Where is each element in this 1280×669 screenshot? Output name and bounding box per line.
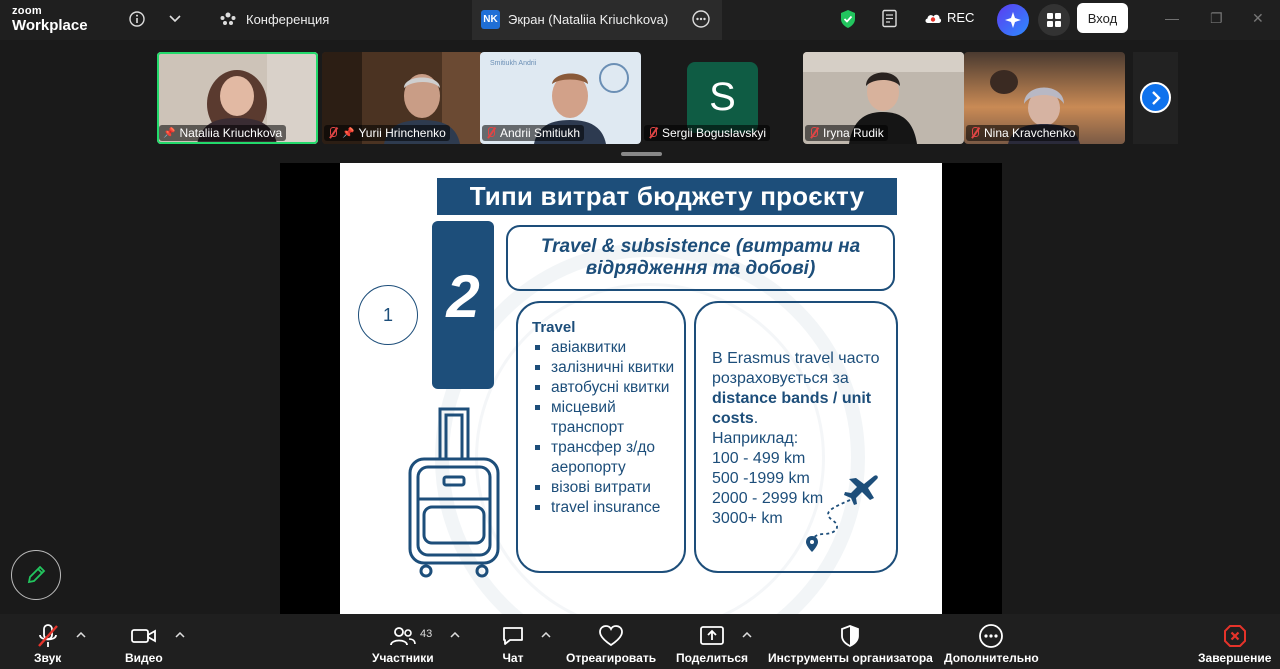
sparkle-icon [1005, 12, 1021, 28]
chat-options-caret[interactable] [541, 631, 551, 639]
example-label: Наприклад: [712, 430, 799, 447]
tile-caption: Smitiukh Andrii [490, 60, 537, 67]
travel-items-box: Travel авіаквитки залізничні квитки авто… [516, 301, 686, 573]
avatar: S [687, 62, 758, 133]
list-item: автобусні квитки [532, 378, 684, 398]
mic-muted-icon [648, 127, 658, 139]
minimize-icon[interactable]: — [1165, 10, 1179, 26]
presentation-slide: Типи витрат бюджету проєкту 1 2 Travel &… [340, 163, 942, 614]
info-icon[interactable] [125, 7, 149, 31]
participant-name-tag: 📌 Yurii Hrinchenko [324, 125, 450, 141]
participant-tile-nina[interactable]: Nina Kravchenko [964, 52, 1125, 144]
distance-bands-emphasis: distance bands / unit costs [712, 390, 872, 427]
slide-title: Типи витрат бюджету проєкту [437, 178, 897, 215]
annotate-button[interactable] [11, 550, 61, 600]
recording-indicator[interactable]: REC [924, 10, 974, 25]
mic-muted-icon [809, 127, 819, 139]
list-item: travel insurance [532, 498, 684, 518]
mic-muted-icon [486, 127, 496, 139]
meeting-toolbar: Звук Видео Участники Чат Отреагировать П… [0, 614, 1280, 669]
erasmus-text: В Erasmus travel часто розраховується за [712, 350, 880, 387]
travel-items-list: авіаквитки залізничні квитки автобусні к… [532, 338, 684, 518]
resize-handle[interactable] [621, 152, 662, 156]
participant-name-tag: Iryna Rudik [805, 125, 888, 141]
meeting-icon [216, 7, 240, 31]
pencil-icon [27, 565, 46, 584]
close-icon[interactable]: ✕ [1252, 10, 1264, 27]
mic-muted-icon [328, 127, 338, 139]
share-screen-button[interactable]: Поделиться [676, 623, 748, 665]
apps-grid-icon [1047, 13, 1061, 27]
travel-header: Travel [532, 319, 576, 336]
airplane-route-icon [806, 475, 878, 552]
video-options-caret[interactable] [175, 631, 185, 639]
band-item: 500 -1999 km [712, 470, 810, 487]
heart-icon [598, 623, 624, 649]
sign-in-button[interactable]: Вход [1077, 3, 1128, 33]
camera-icon [130, 623, 158, 649]
share-screen-icon [699, 623, 725, 649]
audio-options-caret[interactable] [76, 631, 86, 639]
host-tools-button[interactable]: Инструменты организатора [768, 623, 933, 665]
list-item: залізничні квитки [532, 358, 684, 378]
zoom-logo: zoom Workplace [12, 5, 88, 34]
mic-off-icon [36, 623, 60, 649]
top-bar: zoom Workplace Конференция NK Экран (Nat… [0, 0, 1280, 40]
participants-count-badge: 43 [420, 628, 433, 640]
security-shield-icon[interactable] [836, 7, 860, 31]
participant-tile-andrii[interactable]: Smitiukh Andrii Andrii Smitiukh [480, 52, 641, 144]
next-page-button[interactable] [1140, 82, 1171, 113]
video-button[interactable]: Видео [125, 623, 163, 665]
more-button[interactable]: Дополнительно [944, 623, 1039, 665]
participant-name-tag: Sergii Boguslavskyi [644, 125, 771, 141]
apps-button[interactable] [1038, 4, 1070, 36]
audio-button[interactable]: Звук [34, 623, 61, 665]
notes-icon[interactable] [878, 7, 902, 31]
share-tab-avatar: NK [481, 10, 500, 29]
rec-label: REC [947, 10, 975, 25]
participant-tile-sergii[interactable]: S Sergii Boguslavskyi [642, 52, 803, 144]
people-icon [389, 623, 417, 649]
section-number-circle: 1 [358, 285, 418, 345]
band-item: 3000+ km [712, 510, 783, 527]
meeting-tab-label[interactable]: Конференция [246, 12, 329, 27]
end-call-icon [1223, 623, 1247, 649]
section-number-block: 2 [432, 221, 494, 389]
chat-bubble-icon [501, 623, 525, 649]
pin-icon: 📌 [342, 127, 355, 139]
participant-tile-iryna[interactable]: Iryna Rudik [803, 52, 964, 144]
more-dots-icon [978, 623, 1004, 649]
chat-button[interactable]: Чат [501, 623, 525, 665]
cloud-record-icon [925, 14, 942, 23]
participant-tile-nataliia[interactable]: 📌 Nataliia Kriuchkova [157, 52, 318, 144]
ai-companion-button[interactable] [997, 4, 1029, 36]
share-options-caret[interactable] [742, 631, 752, 639]
band-item: 100 - 499 km [712, 450, 806, 467]
list-item: місцевий транспорт [532, 398, 684, 438]
topic-heading: Travel & subsistence (витрати на відрядж… [506, 225, 895, 291]
participant-name-tag: Nina Kravchenko [966, 125, 1080, 141]
participant-tile-yurii[interactable]: 📌 Yurii Hrinchenko [322, 52, 483, 144]
participant-name-tag: Andrii Smitiukh [482, 125, 585, 141]
pin-icon: 📌 [163, 127, 176, 139]
mic-muted-icon [970, 127, 980, 139]
chevron-down-icon[interactable] [163, 7, 187, 31]
list-item: візові витрати [532, 478, 684, 498]
react-button[interactable]: Отреагировать [566, 623, 656, 665]
participants-options-caret[interactable] [450, 631, 460, 639]
shield-icon [839, 623, 861, 649]
suitcase-icon [408, 407, 500, 578]
punct: . [753, 410, 759, 427]
list-item: авіаквитки [532, 338, 684, 358]
end-meeting-button[interactable]: Завершение [1198, 623, 1271, 665]
list-item: трансфер з/до аеропорту [532, 438, 684, 478]
participant-name-tag: 📌 Nataliia Kriuchkova [159, 125, 287, 141]
maximize-icon[interactable]: ❐ [1210, 10, 1223, 27]
more-options-icon[interactable] [689, 7, 713, 31]
share-tab-label[interactable]: Экран (Nataliia Kriuchkova) [508, 12, 668, 27]
chevron-right-icon [1151, 90, 1161, 105]
